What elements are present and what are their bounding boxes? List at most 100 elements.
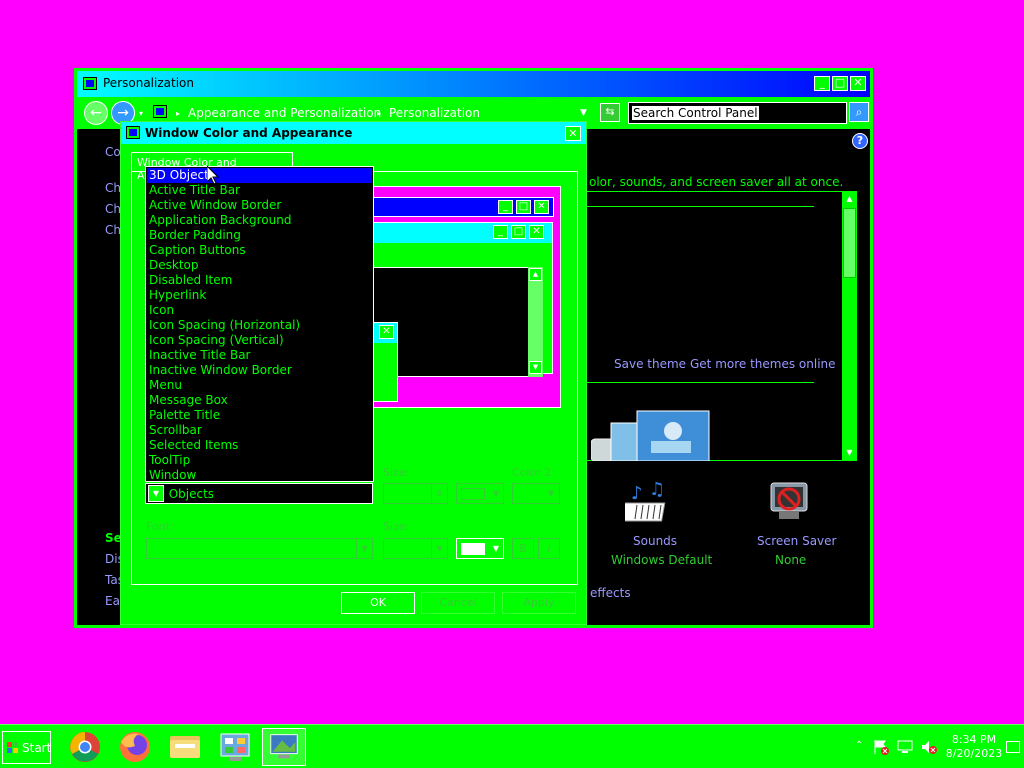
chevron-down-icon[interactable]: ▼ [489,484,503,503]
file-explorer-icon[interactable] [163,728,207,766]
dropdown-option[interactable]: ToolTip [147,453,372,468]
bold-toggle[interactable]: B [512,538,534,559]
chevron-icon[interactable]: ▸ [176,109,180,118]
dropdown-option[interactable]: Message Box [147,393,372,408]
screen-saver-label[interactable]: Screen Saver [757,534,836,548]
sidebar-link-home[interactable]: Co [105,145,121,159]
chrome-icon[interactable] [63,728,107,766]
search-icon[interactable]: ⌕ [849,102,869,122]
dropdown-option[interactable]: Window [147,468,372,483]
dialog-title: Window Color and Appearance [145,126,353,140]
personalization-taskbar-button[interactable] [262,728,306,766]
item-select[interactable]: 3D Objects ▼ [145,483,373,504]
search-input[interactable]: Search Control Panel [628,102,847,124]
clock-time: 8:34 PM [951,733,997,746]
start-button[interactable]: Start [2,731,51,764]
title-bar[interactable]: Personalization _ □ ✕ [77,71,870,97]
sounds-icon[interactable]: ♪ ♫ [625,479,673,527]
dropdown-option[interactable]: Application Background [147,213,372,228]
spinner-arrows-icon[interactable]: ⇕ [431,484,447,503]
refresh-button[interactable]: ⇆ [600,103,620,122]
svg-text:♪: ♪ [631,483,643,504]
dialog-close-button[interactable]: ✕ [565,126,581,141]
preview-scrollbar: ▲ ▼ [528,267,543,377]
font-color-swatch [461,543,485,555]
recent-pages-icon[interactable]: ▾ [139,109,143,118]
preview-close-icon: ✕ [379,325,394,339]
control-panel-taskbar-icon[interactable] [213,728,257,766]
sidebar-link-3[interactable]: Ch [105,223,121,237]
preview-maximize-icon: □ [516,200,531,214]
system-clock[interactable]: 8:34 PM 8/20/2023 [944,733,1004,761]
action-center-icon[interactable] [873,739,889,755]
show-desktop-icon[interactable] [1006,741,1020,753]
help-icon[interactable]: ? [852,133,868,149]
dropdown-option[interactable]: Menu [147,378,372,393]
scroll-up-icon[interactable]: ▲ [842,192,857,206]
address-dropdown-icon[interactable]: ▼ [580,108,587,118]
font-size-label: Size: [383,520,410,533]
italic-toggle[interactable]: I [538,538,560,559]
item-size-spinner[interactable]: ⇕ [383,483,448,504]
maximize-button[interactable]: □ [832,76,848,91]
scroll-down-icon[interactable]: ▼ [842,446,857,460]
effects-link[interactable]: effects [590,586,631,600]
scroll-thumb[interactable] [843,208,856,278]
minimize-button[interactable]: _ [814,76,830,91]
save-theme-link[interactable]: Save theme [614,357,686,371]
dropdown-option[interactable]: Icon Spacing (Vertical) [147,333,372,348]
dropdown-option[interactable]: Icon [147,303,372,318]
window-title: Personalization [103,76,194,90]
apply-button[interactable]: Apply [502,592,576,614]
dialog-title-bar[interactable]: Window Color and Appearance ✕ [121,122,586,144]
dropdown-option[interactable]: Scrollbar [147,423,372,438]
chevron-down-icon[interactable]: ▼ [431,539,447,558]
close-button[interactable]: ✕ [850,76,866,91]
dropdown-option[interactable]: Icon Spacing (Horizontal) [147,318,372,333]
font-size-select[interactable]: ▼ [383,538,448,559]
intro-text: olor, sounds, and screen saver all at on… [589,175,844,189]
dropdown-option[interactable]: Hyperlink [147,288,372,303]
dropdown-option[interactable]: Inactive Title Bar [147,348,372,363]
dropdown-option[interactable]: Inactive Window Border [147,363,372,378]
dropdown-option[interactable]: Caption Buttons [147,243,372,258]
ok-button[interactable]: OK [341,592,415,614]
get-more-themes-link[interactable]: Get more themes online [690,357,836,371]
dropdown-option[interactable]: Selected Items [147,438,372,453]
chevron-down-icon[interactable]: ▼ [356,539,372,558]
theme-thumbnail-icon[interactable] [591,405,711,461]
control-panel-icon [83,77,97,90]
taskbar: Start ⌃ 8:34 PM 8/20/2023 [0,724,1024,768]
volume-muted-icon[interactable] [921,739,937,755]
font-color-picker[interactable]: ▼ [456,538,504,559]
dropdown-option[interactable]: Disabled Item [147,273,372,288]
back-button[interactable]: ← [84,101,108,125]
preview-minimize-icon: _ [493,225,508,239]
chevron-down-icon[interactable]: ▼ [148,485,164,502]
sounds-label[interactable]: Sounds [633,534,677,548]
font-select[interactable]: ▼ [146,538,373,559]
dropdown-option[interactable]: Desktop [147,258,372,273]
dropdown-option[interactable]: Active Title Bar [147,183,372,198]
chevron-down-icon[interactable]: ▼ [489,539,503,558]
sidebar-link-1[interactable]: Ch [105,181,121,195]
clock-date: 8/20/2023 [945,747,1003,760]
chevron-down-icon[interactable]: ▼ [543,484,559,503]
dropdown-option[interactable]: Palette Title [147,408,372,423]
sidebar-link-2[interactable]: Ch [105,202,121,216]
dropdown-option[interactable]: Active Window Border [147,198,372,213]
cancel-button[interactable]: Cancel [421,592,495,614]
dropdown-option[interactable]: Border Padding [147,228,372,243]
firefox-icon[interactable] [113,728,157,766]
color2-picker[interactable]: ▼ [512,483,560,504]
network-icon[interactable] [897,739,913,755]
theme-scrollbar[interactable]: ▲ ▼ [842,192,857,460]
screen-saver-icon[interactable] [765,479,813,527]
chevron-icon[interactable]: ▸ [377,109,381,118]
dropdown-option[interactable]: 3D Objects [147,168,372,183]
breadcrumb-appearance[interactable]: Appearance and Personalization [188,106,381,120]
color1-picker[interactable]: ▼ [456,483,504,504]
breadcrumb-personalization[interactable]: Personalization [389,106,480,120]
show-hidden-icons-icon[interactable]: ⌃ [855,740,863,751]
item-dropdown-list[interactable]: 3D Objects Active Title Bar Active Window … [145,166,374,482]
